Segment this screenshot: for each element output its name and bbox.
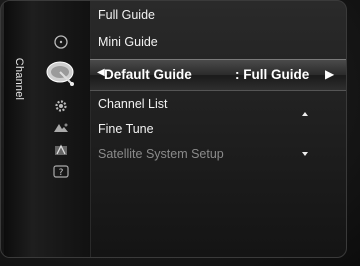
default-guide-value: : Full Guide	[235, 67, 310, 82]
arrow-right-icon[interactable]: ▶	[325, 67, 334, 81]
satellite-dish-icon[interactable]	[32, 57, 90, 89]
menu-panel: Channel ? Full Guide Mini Guide Channel …	[0, 0, 347, 258]
svg-text:?: ?	[59, 168, 64, 178]
menu-item-channel-list[interactable]: Channel List	[98, 97, 168, 111]
scroll-up-icon[interactable]	[302, 112, 308, 116]
input-icon[interactable]	[32, 119, 90, 137]
tv-menu-screen: Channel ? Full Guide Mini Guide Channel …	[0, 0, 360, 266]
menu-item-full-guide[interactable]: Full Guide	[98, 8, 155, 22]
channel-tab[interactable]: Channel	[4, 1, 33, 257]
channel-tab-label: Channel	[13, 57, 25, 101]
default-guide-label: Default Guide	[104, 67, 192, 82]
help-icon[interactable]: ?	[32, 163, 90, 181]
gear-icon[interactable]	[32, 97, 90, 115]
menu-item-default-guide[interactable]: ◀ Default Guide : Full Guide ▶	[90, 59, 346, 156]
menu-item-mini-guide[interactable]: Mini Guide	[98, 35, 158, 49]
menu-item-satellite-system-setup: Satellite System Setup	[98, 147, 224, 161]
clock-icon[interactable]	[32, 33, 90, 51]
menu-icon-column: ?	[32, 1, 91, 257]
scroll-down-icon[interactable]	[302, 152, 308, 156]
menu-item-fine-tune[interactable]: Fine Tune	[98, 122, 154, 136]
channel-menu-list: Full Guide Mini Guide Channel List Fine …	[90, 1, 346, 257]
antenna-icon[interactable]	[32, 141, 90, 159]
